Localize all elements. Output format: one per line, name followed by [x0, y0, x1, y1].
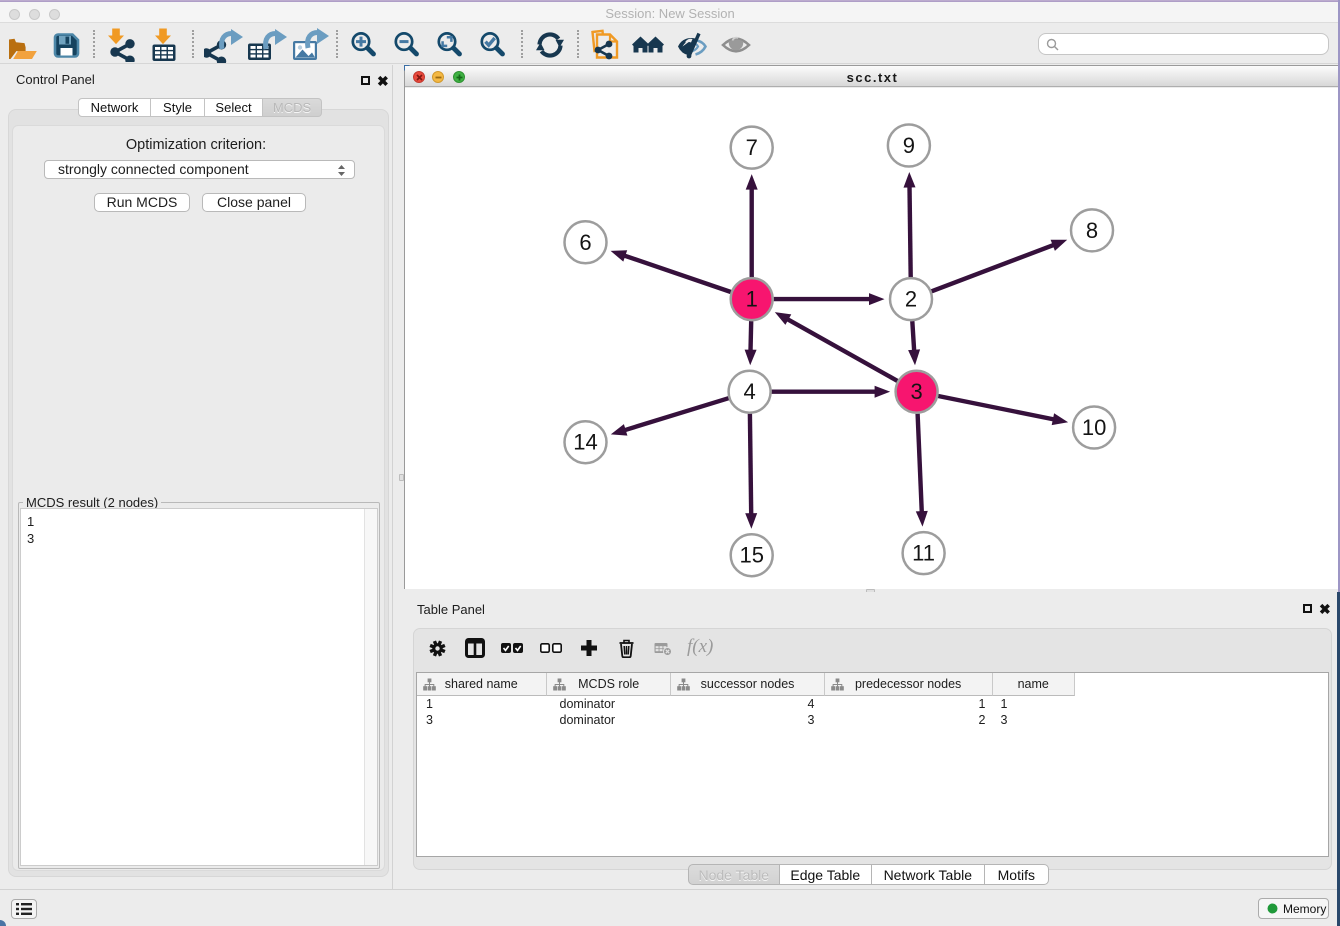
svg-text:2: 2: [905, 287, 917, 312]
svg-text:7: 7: [746, 135, 758, 160]
svg-text:15: 15: [739, 543, 763, 568]
svg-text:4: 4: [743, 379, 755, 404]
svg-text:11: 11: [912, 541, 935, 566]
svg-text:3: 3: [910, 379, 922, 404]
svg-text:10: 10: [1082, 415, 1106, 440]
svg-text:14: 14: [573, 430, 597, 455]
svg-text:8: 8: [1086, 218, 1098, 243]
svg-text:9: 9: [903, 133, 915, 158]
svg-text:6: 6: [579, 230, 591, 255]
svg-text:1: 1: [746, 287, 758, 312]
